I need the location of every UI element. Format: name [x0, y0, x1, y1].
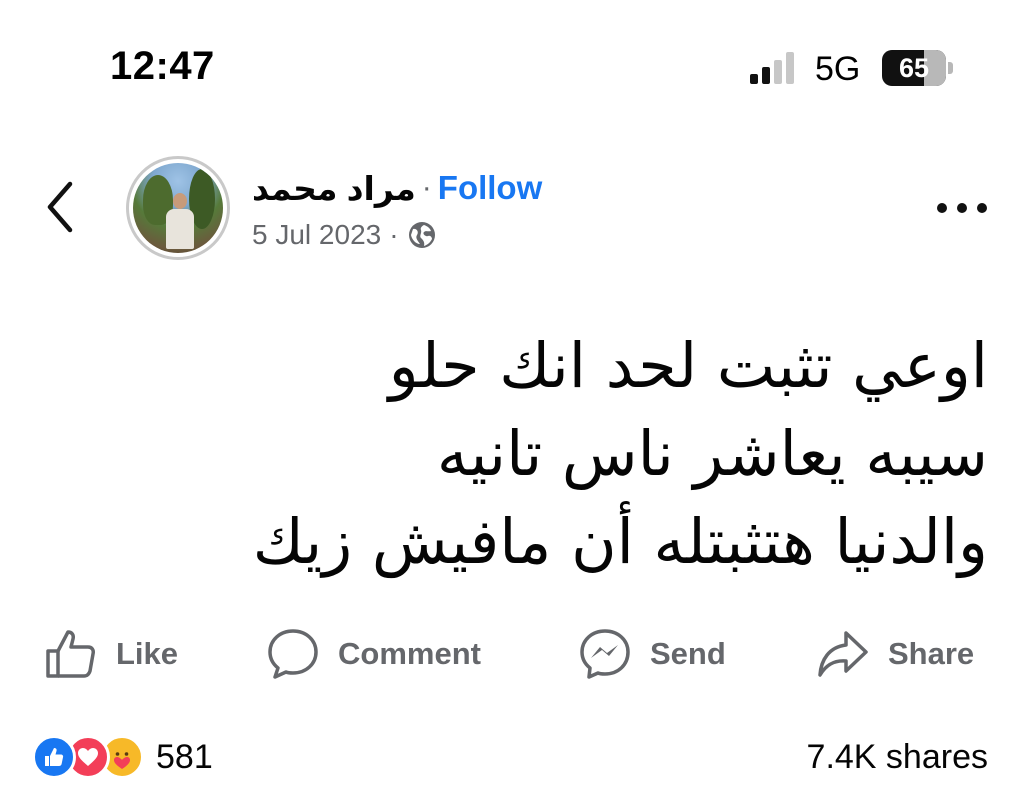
status-time: 12:47	[110, 44, 215, 88]
battery-icon: 65	[882, 50, 954, 86]
post-text-line: اوعي تثبت لحد انك حلو	[388, 329, 988, 402]
thumbs-up-icon	[46, 630, 95, 678]
share-arrow-icon	[818, 631, 868, 677]
network-type: 5G	[815, 50, 861, 88]
separator-dot: ·	[389, 219, 399, 250]
post-text-line: سيبه يعاشر ناس تانيه	[436, 417, 988, 490]
send-label: Send	[650, 636, 726, 671]
like-label: Like	[116, 636, 179, 671]
separator-dot: ·	[421, 171, 432, 204]
like-reaction-icon	[32, 735, 76, 779]
globe-icon	[408, 222, 435, 248]
share-button[interactable]: Share	[816, 626, 974, 682]
comment-label: Comment	[338, 636, 481, 671]
comment-button[interactable]: Comment	[266, 626, 481, 682]
shares-count[interactable]: 7.4K shares	[807, 735, 988, 779]
post-text: اوعي تثبت لحد انك حلو سيبه يعاشر ناس تان…	[88, 322, 988, 586]
reactions-summary[interactable]: 581	[32, 733, 213, 781]
more-options-icon[interactable]	[932, 196, 992, 220]
back-chevron-icon[interactable]	[40, 178, 80, 236]
share-label: Share	[888, 636, 975, 671]
comment-bubble-icon	[268, 629, 318, 679]
send-button[interactable]: Send	[578, 626, 726, 682]
author-avatar[interactable]	[126, 156, 230, 260]
facebook-post-screen: 12:47 5G 65 مراد محمد · Follow 5 Jul 202…	[0, 0, 1024, 799]
avatar-photo	[133, 163, 223, 253]
post-date[interactable]: 5 Jul 2023	[252, 219, 381, 251]
battery-percent: 65	[898, 53, 930, 83]
cellular-signal-icon	[750, 52, 794, 84]
author-line: مراد محمد · Follow	[252, 166, 542, 210]
post-meta: 5 Jul 2023 ·	[252, 216, 437, 254]
follow-button[interactable]: Follow	[438, 169, 542, 207]
like-button[interactable]: Like	[44, 626, 178, 682]
author-name[interactable]: مراد محمد	[252, 169, 416, 208]
messenger-icon	[580, 629, 630, 679]
reaction-count: 581	[156, 737, 213, 776]
post-text-line: والدنيا هتثبتله أن مافيش زيك	[252, 505, 988, 578]
